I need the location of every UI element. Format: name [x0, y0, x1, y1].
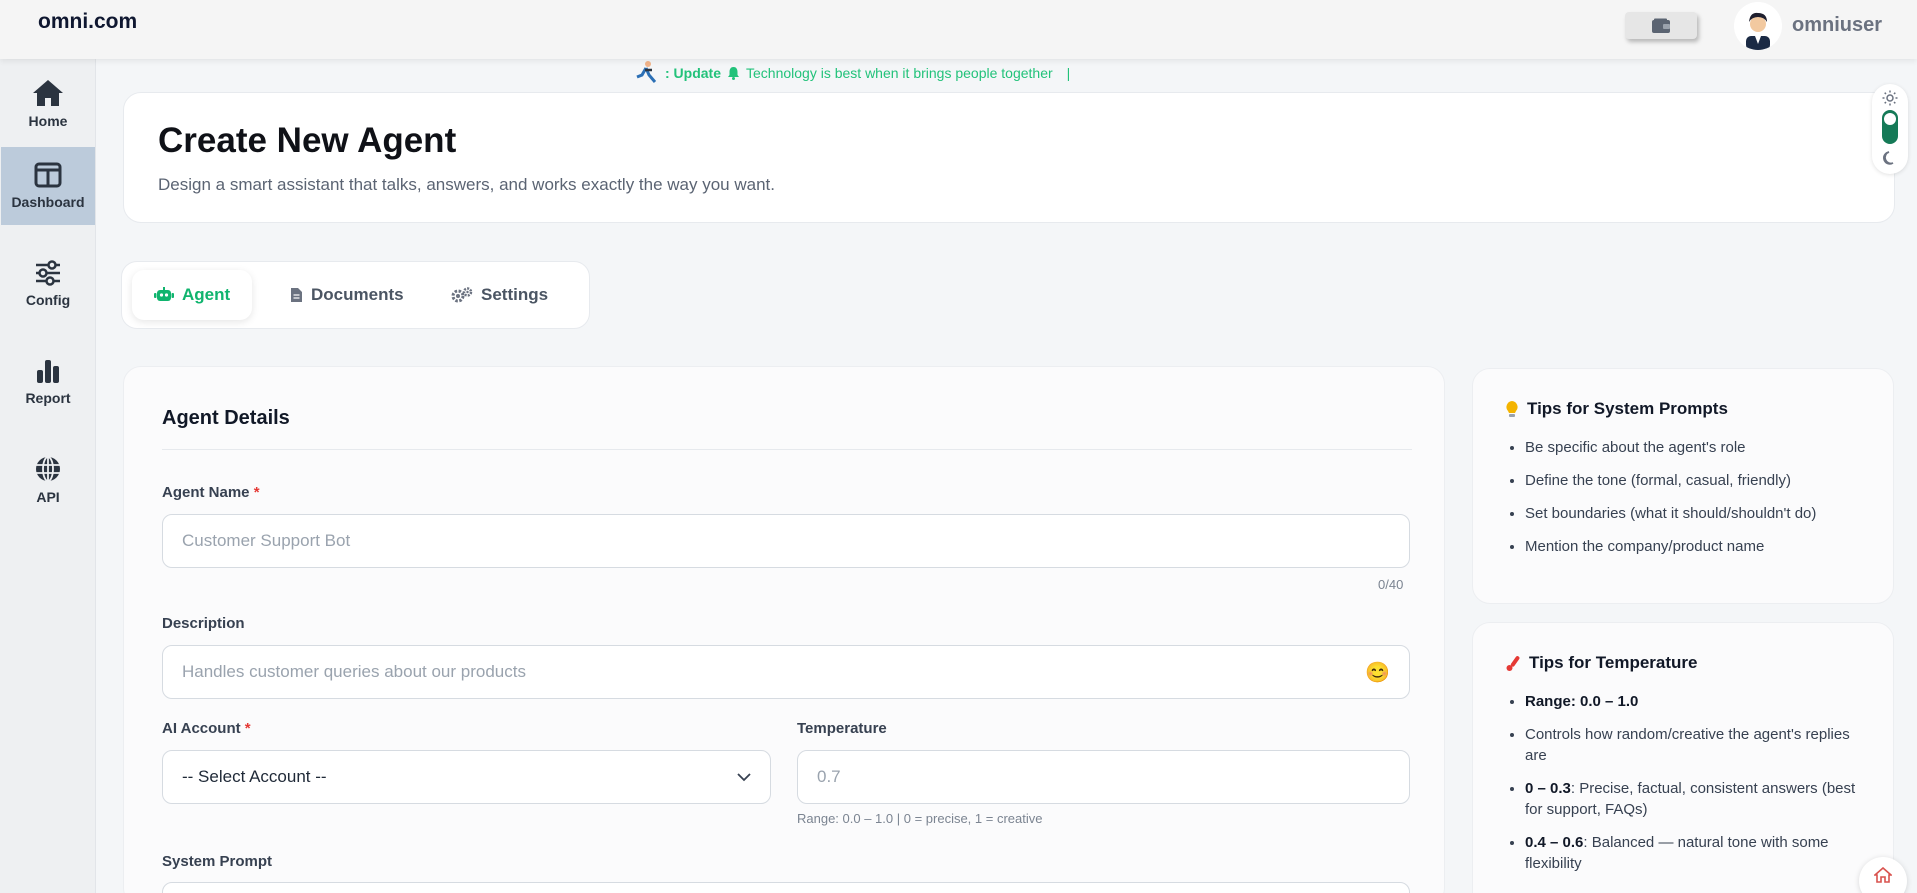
tips-prompts-list: Be specific about the agent's role Defin…: [1525, 437, 1816, 569]
gears-icon: [451, 287, 473, 303]
sidebar-item-label: Home: [28, 113, 68, 129]
list-item: Define the tone (formal, casual, friendl…: [1525, 470, 1816, 491]
description-placeholder: Handles customer queries about our produ…: [182, 662, 526, 681]
tab-label: Settings: [481, 285, 549, 304]
wallet-button[interactable]: [1625, 12, 1697, 39]
username[interactable]: omniuser: [1792, 14, 1882, 37]
sidebar-item-home[interactable]: Home: [0, 65, 96, 143]
home-icon: [33, 80, 63, 106]
theme-toggle[interactable]: [1872, 84, 1908, 174]
globe-icon: [36, 456, 60, 482]
top-header: omni.com omniuser: [0, 0, 1917, 59]
agent-details-card: Agent Details Agent Name * Customer Supp…: [123, 366, 1445, 893]
system-prompt-label: System Prompt: [162, 853, 273, 870]
page-header-card: Create New Agent Design a smart assistan…: [123, 92, 1895, 223]
section-title: Agent Details: [162, 407, 290, 429]
list-item: Be specific about the agent's role: [1525, 437, 1816, 458]
temperature-hint: Range: 0.0 – 1.0 | 0 = precise, 1 = crea…: [797, 811, 1043, 826]
home-outline-icon: [1874, 867, 1892, 883]
moon-icon: [1883, 151, 1894, 165]
temperature-placeholder: 0.7: [817, 767, 841, 786]
list-item: 0.4 – 0.6: Balanced — natural tone with …: [1525, 832, 1865, 874]
ai-account-select[interactable]: -- Select Account --: [162, 750, 771, 804]
agent-name-placeholder: Customer Support Bot: [182, 531, 351, 550]
tips-system-prompts-card: Tips for System Prompts Be specific abou…: [1472, 368, 1894, 604]
sidebar: Home Dashboard Config Report API: [0, 59, 96, 893]
ai-account-label: AI Account *: [162, 720, 251, 737]
tab-bar: Agent Documents Settings: [121, 261, 590, 329]
document-icon: [291, 288, 302, 302]
emoji-picker-icon[interactable]: 😊: [1365, 660, 1390, 685]
bar-chart-icon: [37, 360, 59, 383]
tips-temperature-card: Tips for Temperature Range: 0.0 – 1.0 Co…: [1472, 622, 1894, 893]
sliders-icon: [36, 260, 60, 286]
tips-prompts-title: Tips for System Prompts: [1505, 399, 1728, 419]
list-item: Range: 0.0 – 1.0: [1525, 691, 1865, 712]
logo[interactable]: omni.com: [38, 10, 137, 34]
tab-documents[interactable]: Documents: [268, 270, 426, 320]
tips-temperature-title: Tips for Temperature: [1505, 653, 1697, 673]
update-ticker: : Update Technology is best when it brin…: [633, 58, 1070, 88]
sidebar-item-dashboard[interactable]: Dashboard: [1, 147, 95, 225]
ticker-cursor: |: [1066, 65, 1071, 81]
robot-icon: [154, 287, 174, 301]
wallet-icon: [1652, 18, 1670, 33]
page-title: Create New Agent: [158, 121, 457, 160]
avatar[interactable]: [1734, 2, 1782, 50]
theme-toggle-switch[interactable]: [1882, 110, 1898, 144]
thermometer-icon: [1506, 656, 1520, 671]
sidebar-item-report[interactable]: Report: [0, 343, 96, 421]
list-item: 0 – 0.3: Precise, factual, consistent an…: [1525, 778, 1865, 820]
agent-name-label: Agent Name *: [162, 484, 260, 501]
ai-account-selected: -- Select Account --: [182, 767, 327, 786]
sun-icon: [1882, 90, 1898, 106]
temperature-label: Temperature: [797, 720, 887, 737]
ticker-prefix: : Update: [665, 65, 721, 81]
sidebar-item-label: Report: [25, 390, 71, 406]
tab-agent[interactable]: Agent: [132, 270, 253, 320]
page-subtitle: Design a smart assistant that talks, ans…: [158, 175, 775, 194]
chevron-down-icon: [737, 772, 751, 781]
user-avatar-icon: [1734, 2, 1782, 50]
tab-label: Documents: [311, 285, 404, 304]
sidebar-item-label: API: [36, 489, 60, 505]
sidebar-item-label: Config: [25, 292, 71, 308]
bell-icon: [728, 67, 739, 80]
sidebar-item-label: Dashboard: [11, 194, 85, 210]
agent-name-input[interactable]: Customer Support Bot: [162, 514, 1410, 568]
dashboard-icon: [34, 162, 62, 188]
floating-home-button[interactable]: [1859, 857, 1907, 893]
list-item: Set boundaries (what it should/shouldn't…: [1525, 503, 1816, 524]
list-item: Mention the company/product name: [1525, 536, 1816, 557]
tips-temperature-list: Range: 0.0 – 1.0 Controls how random/cre…: [1525, 691, 1865, 886]
list-item: Controls how random/creative the agent's…: [1525, 724, 1865, 766]
lightbulb-icon: [1506, 401, 1518, 417]
sidebar-item-config[interactable]: Config: [0, 245, 96, 323]
tab-label: Agent: [182, 285, 231, 304]
description-input[interactable]: Handles customer queries about our produ…: [162, 645, 1410, 699]
ticker-message: Technology is best when it brings people…: [746, 65, 1053, 81]
agent-name-counter: 0/40: [1378, 577, 1404, 592]
sidebar-item-api[interactable]: API: [0, 441, 96, 519]
temperature-input[interactable]: 0.7: [797, 750, 1410, 804]
system-prompt-textarea[interactable]: [162, 882, 1410, 893]
tab-settings[interactable]: Settings: [429, 270, 570, 320]
running-man-icon: [636, 61, 657, 83]
description-label: Description: [162, 615, 245, 632]
divider: [162, 449, 1412, 450]
